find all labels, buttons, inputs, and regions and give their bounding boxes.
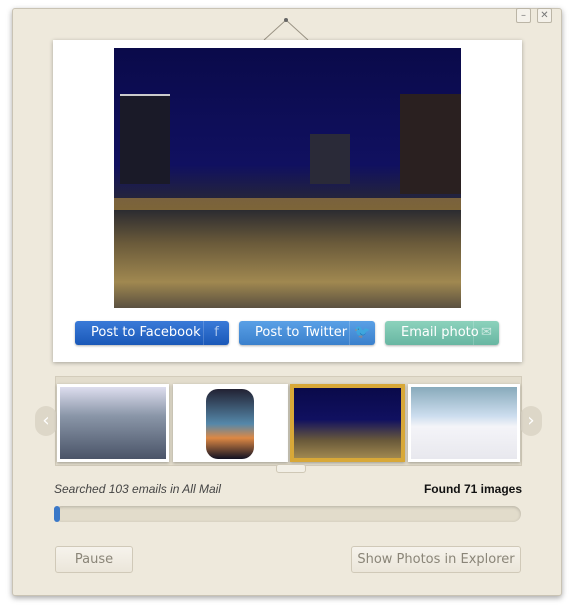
scroll-right-arrow-icon[interactable]: › [520,406,542,436]
envelope-icon: ✉ [473,321,499,345]
strip-scroll-handle[interactable] [276,464,306,473]
progress-bar [54,506,521,522]
searched-status: Searched 103 emails in All Mail [54,482,221,496]
show-photos-in-explorer-button[interactable]: Show Photos in Explorer [351,546,521,573]
facebook-icon: f [203,321,229,345]
post-facebook-button[interactable]: Post to Facebook f [75,321,229,345]
scroll-left-arrow-icon[interactable]: ‹ [35,406,57,436]
pause-button[interactable]: Pause [55,546,133,573]
close-icon[interactable]: ✕ [537,8,552,23]
thumbnail-airplane-window[interactable] [173,384,288,462]
post-twitter-button[interactable]: Post to Twitter 🐦 [239,321,375,345]
twitter-bird-icon: 🐦 [349,321,375,345]
minimize-icon[interactable]: – [516,8,531,23]
thumbnail-night-city-selected[interactable] [290,384,405,462]
found-count: Found 71 images [423,482,522,496]
progress-fill [54,506,60,522]
thumbnail-clouds[interactable] [57,384,169,462]
email-photo-button[interactable]: Email photo ✉ [385,321,499,345]
thumbnail-ski-slope[interactable] [408,384,520,462]
main-photo [114,48,461,308]
hanger-string [263,18,309,41]
